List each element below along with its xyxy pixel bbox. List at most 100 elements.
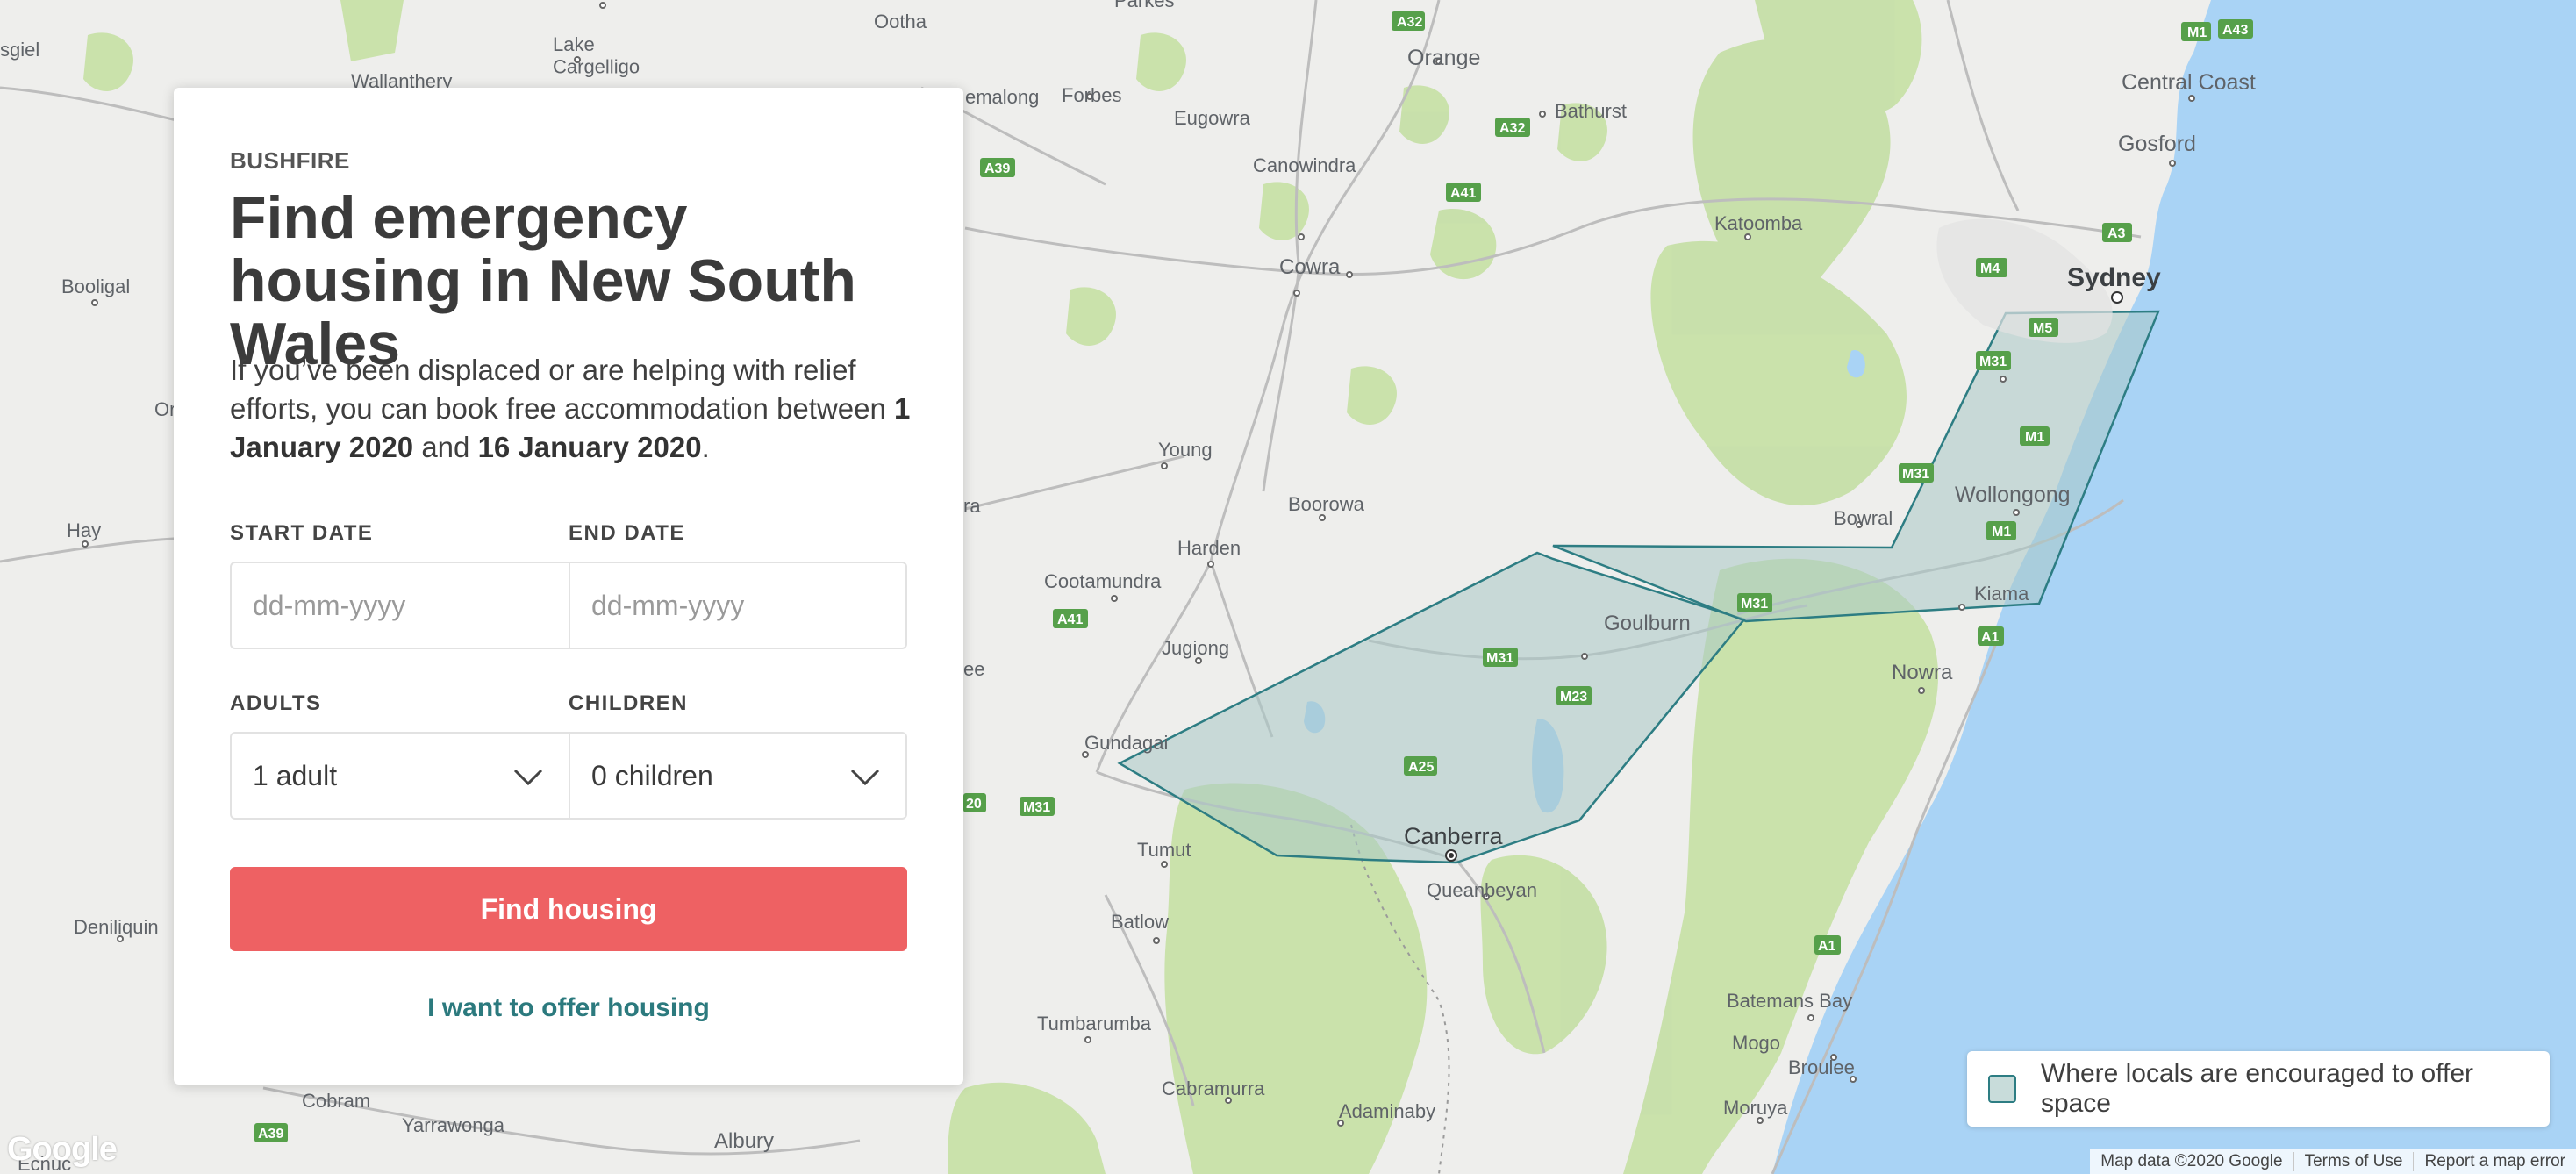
offer-housing-link[interactable]: I want to offer housing (230, 993, 907, 1023)
legend-text: Where locals are encouraged to offer spa… (2040, 1059, 2474, 1118)
children-select-value: 0 children (591, 759, 713, 791)
legend-swatch (1988, 1075, 2016, 1103)
map-label-ra-fragment: ra (963, 495, 981, 517)
road-shield: M5 (2029, 318, 2058, 337)
children-select[interactable]: 0 children (569, 732, 907, 820)
road-shield: M31 (1483, 648, 1518, 667)
road-shield: M31 (1899, 463, 1934, 483)
map-footer: Map data ©2020 Google Terms of Use Repor… (2090, 1149, 2576, 1174)
map-label-ootha: Ootha (874, 11, 927, 32)
adults-select-value: 1 adult (253, 759, 338, 791)
chevron-down-icon (850, 769, 880, 786)
map-label-or-fragment: Or (154, 398, 175, 420)
map-label-deniliquin: Deniliquin (74, 916, 159, 938)
end-date-field[interactable] (569, 562, 907, 649)
svg-text:A41: A41 (1450, 186, 1476, 201)
map-label-cobram: Cobram (302, 1090, 370, 1112)
map-label-kiama: Kiama (1974, 583, 2029, 605)
svg-text:20: 20 (966, 797, 982, 812)
map-label-booligal: Booligal (61, 276, 130, 297)
svg-text:A43: A43 (2222, 23, 2248, 38)
svg-text:A3: A3 (2107, 226, 2126, 241)
svg-text:M31: M31 (1023, 800, 1050, 815)
google-logo[interactable]: Google (7, 1131, 118, 1169)
map-legend: Where locals are encouraged to offer spa… (1967, 1051, 2550, 1127)
map-label-forbes: Forbes (1062, 84, 1121, 106)
map-label-sydney: Sydney (2067, 263, 2161, 292)
map-label-moruya: Moruya (1723, 1097, 1788, 1119)
map-label-wollongong: Wollongong (1955, 483, 2071, 507)
road-shield: A3 (2102, 223, 2132, 242)
end-date-label: END DATE (569, 521, 685, 545)
map-label-canowindra: Canowindra (1253, 154, 1356, 176)
svg-text:M4: M4 (1980, 261, 2000, 276)
road-shield: A41 (1053, 609, 1088, 628)
map-label-harden: Harden (1177, 537, 1241, 559)
map-label-batemans-bay: Batemans Bay (1727, 990, 1852, 1012)
map-label-orange: Orange (1407, 46, 1480, 70)
period: . (701, 431, 710, 463)
svg-text:M23: M23 (1560, 690, 1587, 705)
map-label-hay: Hay (67, 519, 101, 541)
svg-text:M31: M31 (1486, 651, 1513, 666)
svg-text:A32: A32 (1499, 121, 1525, 136)
map-label-cabramurra: Cabramurra (1162, 1077, 1265, 1099)
map-label-broulee: Broulee (1788, 1056, 1855, 1078)
road-shield: M31 (1976, 351, 2011, 370)
end-date-text: 16 January 2020 (477, 431, 702, 463)
svg-text:M1: M1 (2025, 430, 2044, 445)
map-label-mogo: Mogo (1732, 1032, 1780, 1054)
start-date-input[interactable] (253, 589, 537, 622)
svg-text:A41: A41 (1057, 612, 1083, 627)
road-shield: M31 (1737, 593, 1772, 612)
svg-text:A32: A32 (1397, 15, 1422, 30)
and-text: and (421, 431, 470, 463)
svg-text:M31: M31 (1979, 354, 2007, 369)
svg-text:M1: M1 (2187, 25, 2207, 40)
road-shield: M1 (2181, 22, 2211, 41)
road-shield: M23 (1556, 686, 1592, 705)
road-shield: A39 (254, 1123, 288, 1142)
map-label-bathurst: Bathurst (1555, 100, 1627, 122)
svg-text:A1: A1 (1981, 630, 2000, 645)
road-shield: A25 (1404, 756, 1437, 776)
chevron-down-icon (513, 769, 543, 786)
map-label-cootamundra: Cootamundra (1044, 570, 1162, 592)
map-label-goulburn: Goulburn (1604, 612, 1691, 635)
map-label-bowral: Bowral (1834, 507, 1893, 529)
road-shield: M1 (1986, 521, 2016, 540)
start-date-field[interactable] (230, 562, 570, 649)
road-shield: A1 (1814, 935, 1841, 955)
road-shield: A1 (1978, 626, 2004, 646)
svg-text:M31: M31 (1741, 597, 1768, 612)
map-label-sgiel-fragment: sgiel (0, 39, 39, 61)
end-date-input[interactable] (591, 589, 875, 622)
children-label: CHILDREN (569, 691, 688, 715)
map-label-central-coast: Central Coast (2122, 70, 2256, 95)
svg-text:A1: A1 (1818, 939, 1836, 954)
map-label-yarrawonga: Yarrawonga (402, 1114, 505, 1136)
eyebrow-label: BUSHFIRE (230, 147, 350, 174)
report-map-error-link[interactable]: Report a map error (2413, 1152, 2576, 1171)
find-housing-button[interactable]: Find housing (230, 867, 907, 951)
road-shield: A32 (1495, 118, 1530, 137)
map-label-jugiong: Jugiong (1162, 637, 1229, 659)
map-label-boorowa: Boorowa (1288, 493, 1365, 515)
road-shield: M1 (2020, 426, 2050, 446)
page-title: Find emergency housing in New South Wale… (230, 184, 856, 377)
description: If you’ve been displaced or are helping … (230, 351, 914, 467)
map-label-emalong: emalong (965, 86, 1039, 108)
map-label-canberra: Canberra (1404, 823, 1504, 849)
adults-select[interactable]: 1 adult (230, 732, 570, 820)
svg-text:M5: M5 (2033, 321, 2052, 336)
road-shield: A43 (2218, 19, 2253, 39)
map-label-parkes: Parkes (1114, 0, 1174, 11)
road-shield: A41 (1446, 183, 1481, 202)
housing-search-panel: BUSHFIRE Find emergency housing in New S… (174, 88, 963, 1085)
map-label-young: Young (1158, 439, 1213, 461)
terms-of-use-link[interactable]: Terms of Use (2293, 1152, 2414, 1171)
start-date-label: START DATE (230, 521, 374, 545)
svg-text:A39: A39 (984, 161, 1010, 176)
adults-label: ADULTS (230, 691, 322, 715)
map-label-tumbarumba: Tumbarumba (1037, 1013, 1152, 1034)
